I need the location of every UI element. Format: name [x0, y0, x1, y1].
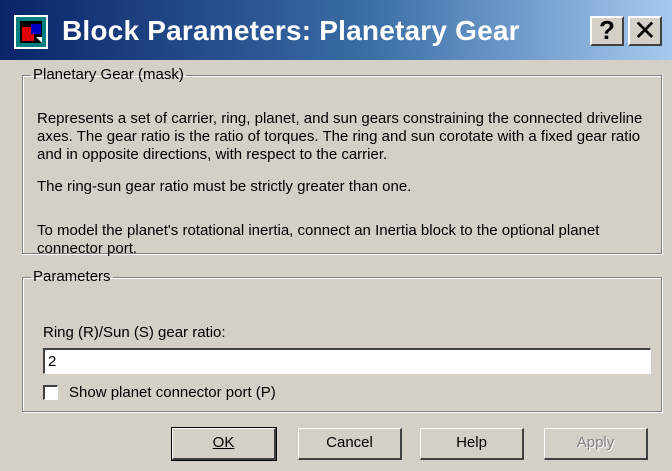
close-button[interactable]: ✕ [628, 16, 662, 46]
help-button[interactable]: Help [420, 428, 524, 460]
description-paragraph: Represents a set of carrier, ring, plane… [37, 110, 643, 163]
planet-port-checkbox-label[interactable]: Show planet connector port (P) [69, 384, 276, 402]
question-icon: ? [599, 15, 615, 45]
parameters-legend: Parameters [33, 268, 111, 285]
gear-ratio-input[interactable]: 2 [43, 348, 651, 374]
ok-button-label: OK [212, 434, 235, 451]
help-title-button[interactable]: ? [590, 16, 624, 46]
close-icon: ✕ [633, 15, 657, 46]
parameters-group: Parameters Ring (R)/Sun (S) gear ratio: … [22, 268, 662, 412]
gear-ratio-label: Ring (R)/Sun (S) gear ratio: [43, 324, 226, 341]
planet-port-checkbox[interactable] [43, 385, 58, 400]
help-button-label: Help [456, 434, 487, 451]
cancel-button-label: Cancel [326, 434, 373, 451]
apply-button[interactable]: Apply [544, 428, 648, 460]
description-paragraph: To model the planet's rotational inertia… [37, 222, 600, 257]
ok-button[interactable]: OK [171, 427, 277, 461]
simulink-block-icon[interactable] [14, 15, 48, 49]
window-title: Block Parameters: Planetary Gear [62, 15, 520, 46]
description-group: Planetary Gear (mask) Represents a set o… [22, 66, 662, 257]
apply-button-label: Apply [576, 434, 615, 451]
description-legend: Planetary Gear (mask) [33, 66, 184, 83]
description-paragraph: The ring-sun gear ratio must be strictly… [37, 178, 412, 195]
cancel-button[interactable]: Cancel [298, 428, 402, 460]
title-bar[interactable]: Block Parameters: Planetary Gear ? ✕ [0, 0, 672, 60]
